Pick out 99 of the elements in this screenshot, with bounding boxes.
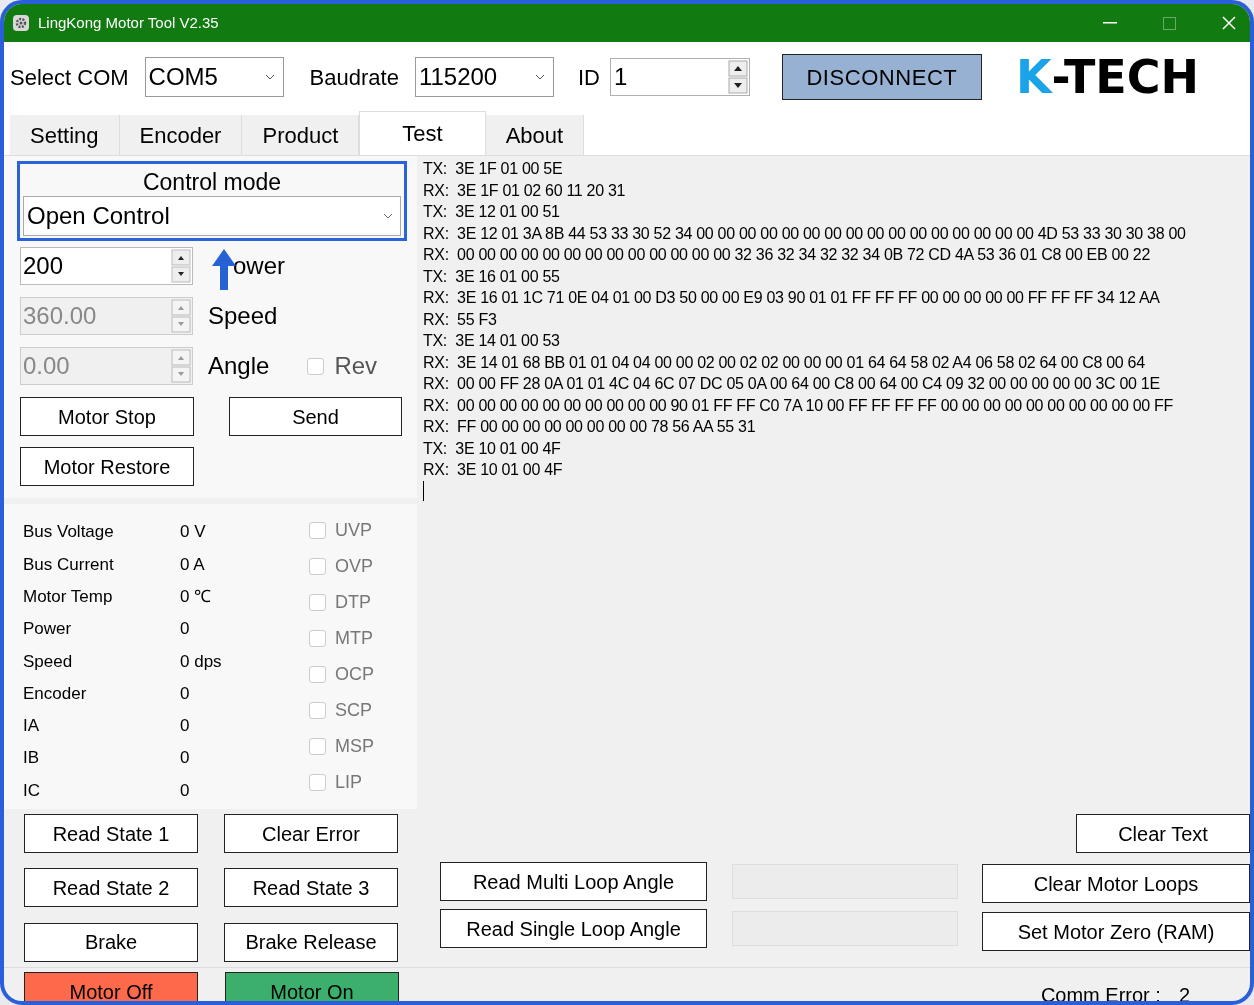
- chevron-icon: [264, 74, 275, 80]
- reading-label: Bus Voltage: [23, 521, 115, 544]
- close-icon[interactable]: [1222, 16, 1236, 30]
- text-cursor: [423, 480, 424, 501]
- control-mode-label: Control mode: [141, 168, 283, 196]
- log-line: RX: 00 00 00 00 00 00 00 00 00 00 00 00 00 32 36 32 34 32 32 34 0B 72 CD 4A 53 36 01 C8 00 EB 00 22: [423, 245, 1151, 265]
- set-motor-zero-button[interactable]: Set Motor Zero (RAM): [982, 912, 1250, 951]
- checkbox[interactable]: [307, 357, 325, 375]
- gear-icon: [12, 14, 30, 32]
- window-title: LingKong Motor Tool V2.35: [38, 12, 219, 33]
- command-button[interactable]: Brake: [24, 922, 198, 962]
- command-button[interactable]: Read State 1: [24, 814, 198, 853]
- control-mode-dropdown[interactable]: Open Control: [23, 196, 401, 236]
- send-button[interactable]: Send: [229, 397, 402, 436]
- checkbox[interactable]: [309, 737, 326, 755]
- baudrate-label: Baudrate: [309, 63, 399, 92]
- baudrate-dropdown[interactable]: 115200: [414, 57, 554, 97]
- com-dropdown[interactable]: COM5: [144, 57, 284, 97]
- minimize-icon[interactable]: [1103, 22, 1117, 24]
- spin-arrows-icon: [727, 60, 748, 94]
- log-line: RX: 3E 10 01 00 4F: [423, 460, 563, 480]
- log-line: RX: 55 F3: [423, 309, 497, 330]
- maximize-icon[interactable]: [1163, 16, 1176, 30]
- motor-stop-button[interactable]: Motor Stop: [20, 397, 194, 436]
- reading-label: Speed: [23, 650, 74, 673]
- log-line: RX: 00 00 00 00 00 00 00 00 00 00 90 01 FF FF C0 7A 10 00 FF FF FF FF 00 00 00 00 00 00 00 00 00 00 FF: [423, 395, 1173, 416]
- motor-restore-button[interactable]: Motor Restore: [20, 447, 194, 486]
- reading-value: 0 dps: [180, 650, 222, 673]
- checkbox[interactable]: [309, 629, 326, 647]
- rev-label: Rev: [334, 351, 378, 381]
- log-line: RX: 3E 14 01 68 BB 01 01 04 04 00 00 02 00 02 02 00 00 00 01 64 64 58 02 A4 06 58 02 64 00 C8 00 64: [423, 352, 1145, 373]
- checkbox[interactable]: [309, 521, 326, 539]
- reading-label: IA: [23, 715, 41, 738]
- reading-label: IB: [23, 747, 41, 770]
- motor-on-button[interactable]: Motor On: [225, 972, 399, 1001]
- reading-label: Power: [23, 618, 73, 641]
- reading-value: 0 ℃: [180, 586, 212, 608]
- field-label: Speed: [208, 301, 278, 331]
- checkbox[interactable]: [309, 557, 326, 575]
- flag-label: OCP: [335, 662, 374, 686]
- log-line: RX: 3E 16 01 1C 71 0E 04 01 00 D3 50 00 00 E9 03 90 01 01 FF FF FF 00 00 00 00 00 FF FF FF 34 12 AA: [423, 288, 1160, 308]
- checkbox[interactable]: [309, 593, 326, 611]
- reading-value: 0 A: [180, 553, 205, 576]
- reading-value: 0: [180, 779, 190, 802]
- reading-value: 0: [180, 682, 190, 705]
- id-label: ID: [577, 63, 600, 92]
- flag-label: LIP: [335, 770, 363, 794]
- reading-value: 0 V: [180, 521, 206, 544]
- read-multi-loop-angle-button[interactable]: Read Multi Loop Angle: [440, 862, 707, 901]
- reading-label: Bus Current: [23, 553, 115, 576]
- spin-arrows-icon: [171, 349, 191, 383]
- log-line: TX: 3E 14 01 00 53: [423, 331, 560, 351]
- log-line: RX: 3E 1F 01 02 60 11 20 31: [423, 180, 626, 201]
- com-label: Select COM: [10, 63, 129, 92]
- spin-arrows-icon: [171, 299, 191, 333]
- log-line: TX: 3E 10 01 00 4F: [423, 438, 561, 459]
- command-button[interactable]: Brake Release: [224, 922, 398, 962]
- reading-label: Encoder: [23, 682, 88, 705]
- flag-label: MTP: [335, 626, 373, 650]
- reading-label: Motor Temp: [23, 586, 114, 608]
- logo: K-TECH: [1015, 54, 1199, 100]
- checkbox[interactable]: [309, 773, 326, 791]
- log-line: TX: 3E 12 01 00 51: [423, 202, 560, 222]
- flag-label: UVP: [335, 518, 372, 542]
- reading-value: 0: [180, 618, 190, 641]
- tab[interactable]: Test: [359, 111, 486, 155]
- chevron-icon: [383, 213, 393, 219]
- number-spinner[interactable]: 200: [20, 247, 193, 285]
- tab[interactable]: Encoder: [119, 115, 243, 155]
- checkbox[interactable]: [309, 665, 326, 683]
- log-line: TX: 3E 1F 01 00 5E: [423, 159, 563, 179]
- id-spinner[interactable]: 1: [609, 58, 750, 96]
- command-button[interactable]: Read State 3: [224, 868, 398, 908]
- clear-motor-loops-button[interactable]: Clear Motor Loops: [982, 864, 1250, 903]
- chevron-icon: [534, 74, 545, 80]
- field-label: ower: [233, 251, 286, 281]
- command-button[interactable]: Clear Error: [224, 814, 398, 853]
- disconnect-button[interactable]: DISCONNECT: [781, 54, 982, 100]
- log-line: TX: 3E 16 01 00 55: [423, 266, 560, 287]
- command-button[interactable]: Read State 2: [24, 868, 198, 908]
- tab[interactable]: About: [485, 115, 585, 155]
- flag-label: SCP: [335, 698, 372, 722]
- tab[interactable]: Setting: [10, 115, 120, 155]
- read-single-loop-angle-button[interactable]: Read Single Loop Angle: [440, 909, 707, 948]
- field-label: Angle: [208, 351, 270, 381]
- reading-label: IC: [23, 779, 41, 802]
- tab[interactable]: Product: [242, 115, 360, 155]
- motor-off-button[interactable]: Motor Off: [24, 972, 198, 1001]
- flag-label: DTP: [335, 590, 371, 614]
- log-line: RX: 3E 12 01 3A 8B 44 53 33 30 52 34 00 00 00 00 00 00 00 00 00 00 00 00 00 00 00 00 4D 53 33 30 30 38 00: [423, 223, 1186, 244]
- log-line: RX: FF 00 00 00 00 00 00 00 00 78 56 AA 55 31: [423, 417, 756, 437]
- reading-value: 0: [180, 747, 190, 770]
- clear-text-button[interactable]: Clear Text: [1076, 814, 1250, 853]
- checkbox[interactable]: [309, 701, 326, 719]
- flag-label: OVP: [335, 554, 373, 578]
- flag-label: MSP: [335, 734, 374, 758]
- log-line: RX: 00 00 FF 28 0A 01 01 4C 04 6C 07 DC 05 0A 00 64 00 C8 00 64 00 C4 09 32 00 00 00 00 00 3C 00 1E: [423, 374, 1160, 394]
- reading-value: 0: [180, 715, 190, 738]
- spin-arrows-icon: [171, 249, 191, 283]
